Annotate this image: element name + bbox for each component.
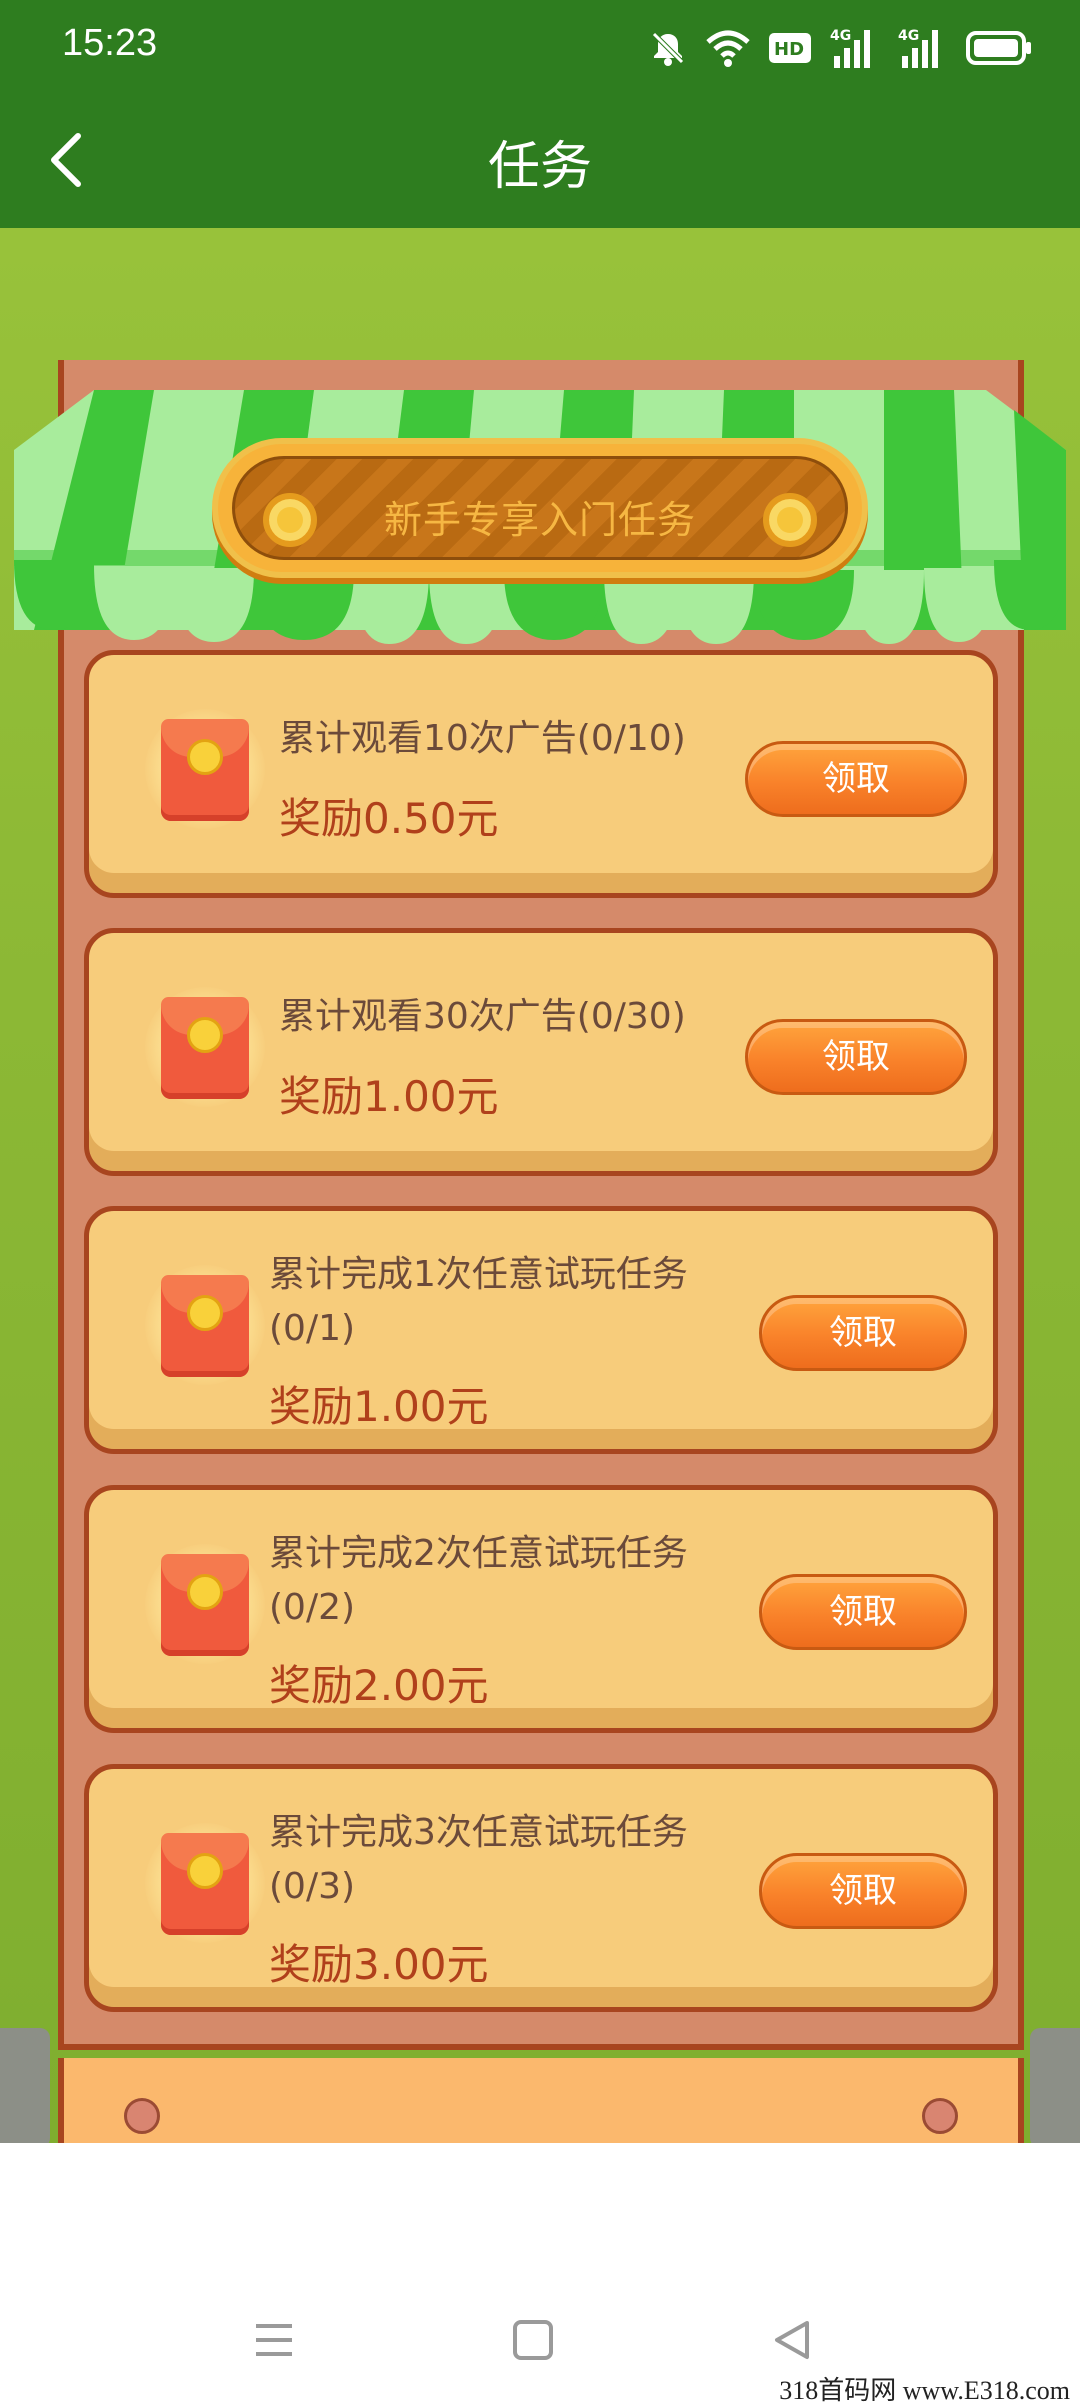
back-triangle-icon (775, 2321, 809, 2359)
claim-button[interactable]: 领取 (745, 741, 967, 817)
back-nav-button[interactable] (762, 2310, 822, 2370)
app-header: 15:23 HD 4G 4G 任务 (0, 0, 1080, 228)
task-reward: 奖励1.00元 (279, 1072, 499, 1121)
home-square-icon (513, 2320, 553, 2360)
task-reward: 奖励0.50元 (279, 794, 499, 843)
svg-text:4G: 4G (830, 28, 851, 44)
task-card: 累计完成2次任意试玩任务 (0/2) 奖励2.00元 领取 (84, 1485, 998, 1733)
svg-text:HD: HD (774, 39, 804, 60)
claim-button[interactable]: 领取 (759, 1574, 967, 1650)
menu-icon (256, 2324, 292, 2356)
wifi-icon (706, 30, 750, 67)
task-title: 累计完成1次任意试玩任务 (269, 1254, 688, 1295)
banner-title: 新手专享入门任务 (383, 498, 696, 542)
booth-base (58, 2058, 1024, 2148)
task-card: 累计观看10次广告(0/10) 奖励0.50元 领取 (84, 650, 998, 898)
claim-button[interactable]: 领取 (759, 1853, 967, 1929)
hd-icon: HD (769, 33, 811, 63)
task-card: 累计完成3次任意试玩任务 (0/3) 奖励3.00元 领取 (84, 1764, 998, 2012)
task-title: 累计完成3次任意试玩任务 (269, 1812, 688, 1853)
task-card: 累计完成1次任意试玩任务 (0/1) 奖励1.00元 领取 (84, 1206, 998, 1454)
svg-text:4G: 4G (898, 28, 919, 44)
stone-decoration (1030, 2028, 1080, 2143)
task-progress: (0/1) (269, 1308, 356, 1349)
menu-button[interactable] (244, 2310, 304, 2370)
banner-sign-inner: 新手专享入门任务 (232, 456, 848, 560)
task-card: 累计观看30次广告(0/30) 奖励1.00元 领取 (84, 928, 998, 1176)
signal-4g-icon: 4G (830, 28, 870, 68)
task-reward: 奖励2.00元 (269, 1661, 489, 1710)
task-reward: 奖励3.00元 (269, 1940, 489, 1989)
task-progress: (0/3) (269, 1866, 356, 1907)
task-reward: 奖励1.00元 (269, 1382, 489, 1431)
red-envelope-icon (145, 987, 265, 1107)
battery-icon (966, 31, 1031, 65)
bolt-decoration (922, 2098, 958, 2134)
status-time: 15:23 (62, 22, 158, 64)
watermark-text: 318首码网 www.E318.com (779, 2376, 1070, 2405)
mute-icon (652, 32, 684, 66)
red-envelope-icon (145, 709, 265, 829)
task-title: 累计观看10次广告(0/10) (279, 718, 686, 759)
red-envelope-icon (145, 1544, 265, 1664)
red-envelope-icon (145, 1823, 265, 1943)
signal-4g-icon: 4G (898, 28, 938, 68)
task-page: 15:23 HD 4G 4G 任务 新手专享入门任务 累计观看10次广告(0/1… (0, 0, 1080, 2408)
page-title: 任务 (487, 137, 592, 197)
claim-button[interactable]: 领取 (759, 1295, 967, 1371)
banner-sign: 新手专享入门任务 (212, 438, 868, 578)
home-button[interactable] (503, 2310, 563, 2370)
task-title: 累计观看30次广告(0/30) (279, 996, 686, 1037)
stone-decoration (0, 2028, 50, 2143)
claim-button[interactable]: 领取 (745, 1019, 967, 1095)
task-progress: (0/2) (269, 1587, 356, 1628)
task-title: 累计完成2次任意试玩任务 (269, 1533, 688, 1574)
red-envelope-icon (145, 1265, 265, 1385)
status-icons: HD 4G 4G (648, 24, 1032, 72)
bolt-decoration (124, 2098, 160, 2134)
